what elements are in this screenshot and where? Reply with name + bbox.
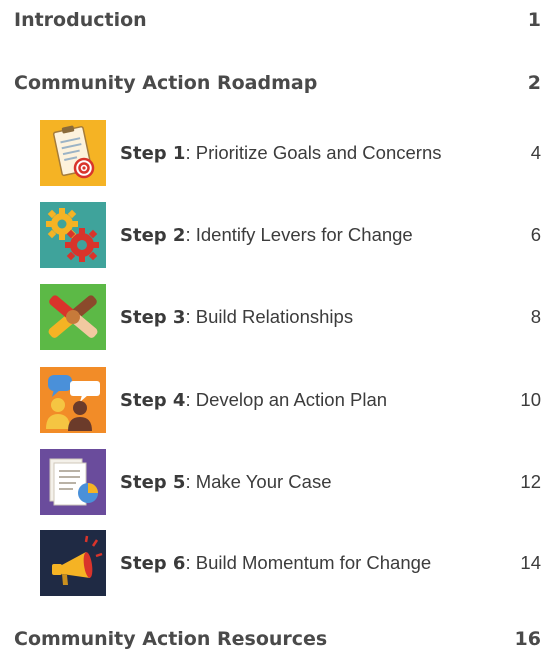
toc-page-number: 4 — [530, 142, 541, 163]
step-title: Develop an Action Plan — [195, 389, 388, 410]
toc-page-number: 6 — [530, 224, 541, 245]
step-label: Step 2 — [120, 224, 186, 246]
toc-entry-step-3[interactable]: Step 3: Build Relationships 8 — [40, 284, 541, 350]
toc-entry-introduction[interactable]: Introduction 1 — [14, 5, 541, 35]
toc-page-number: 12 — [520, 471, 541, 492]
toc-step-text: Step 4: Develop an Action Plan — [120, 389, 388, 411]
toc-page-number: 14 — [520, 552, 541, 573]
step-title: Build Momentum for Change — [195, 552, 432, 573]
step-label: Step 5 — [120, 471, 186, 493]
step-label: Step 3 — [120, 306, 186, 328]
toc-entry-step-1[interactable]: Step 1: Prioritize Goals and Concerns 4 — [40, 120, 541, 186]
step-title: Prioritize Goals and Concerns — [195, 142, 442, 163]
toc-page-number: 1 — [527, 9, 541, 31]
toc-title: Community Action Roadmap — [14, 72, 318, 94]
toc-step-text: Step 2: Identify Levers for Change — [120, 224, 413, 246]
toc-title: Introduction — [14, 9, 147, 31]
toc-step-text: Step 6: Build Momentum for Change — [120, 552, 432, 574]
toc-step-text: Step 3: Build Relationships — [120, 306, 354, 328]
toc-title: Community Action Resources — [14, 628, 328, 650]
step-label: Step 1 — [120, 142, 186, 164]
clipboard-target-icon — [40, 120, 106, 186]
toc-page-number: 2 — [527, 72, 541, 94]
document-chart-icon — [40, 449, 106, 515]
toc-step-text: Step 1: Prioritize Goals and Concerns — [120, 142, 442, 164]
joined-hands-icon — [40, 284, 106, 350]
toc-entry-step-4[interactable]: Step 4: Develop an Action Plan 10 — [40, 367, 541, 433]
step-title: Build Relationships — [195, 306, 354, 327]
step-label: Step 6 — [120, 552, 186, 574]
toc-entry-roadmap[interactable]: Community Action Roadmap 2 — [14, 68, 541, 98]
step-label: Step 4 — [120, 389, 186, 411]
step-title: Identify Levers for Change — [195, 224, 413, 245]
toc-page-number: 10 — [520, 389, 541, 410]
toc-entry-step-6[interactable]: Step 6: Build Momentum for Change 14 — [40, 530, 541, 596]
step-title: Make Your Case — [195, 471, 332, 492]
toc-step-text: Step 5: Make Your Case — [120, 471, 332, 493]
toc-entry-resources[interactable]: Community Action Resources 16 — [14, 624, 541, 654]
gears-icon — [40, 202, 106, 268]
people-speech-bubble-icon — [40, 367, 106, 433]
toc-entry-step-2[interactable]: Step 2: Identify Levers for Change 6 — [40, 202, 541, 268]
toc-entry-step-5[interactable]: Step 5: Make Your Case 12 — [40, 449, 541, 515]
toc-page-number: 16 — [514, 628, 541, 650]
toc-page-number: 8 — [530, 306, 541, 327]
megaphone-icon — [40, 530, 106, 596]
